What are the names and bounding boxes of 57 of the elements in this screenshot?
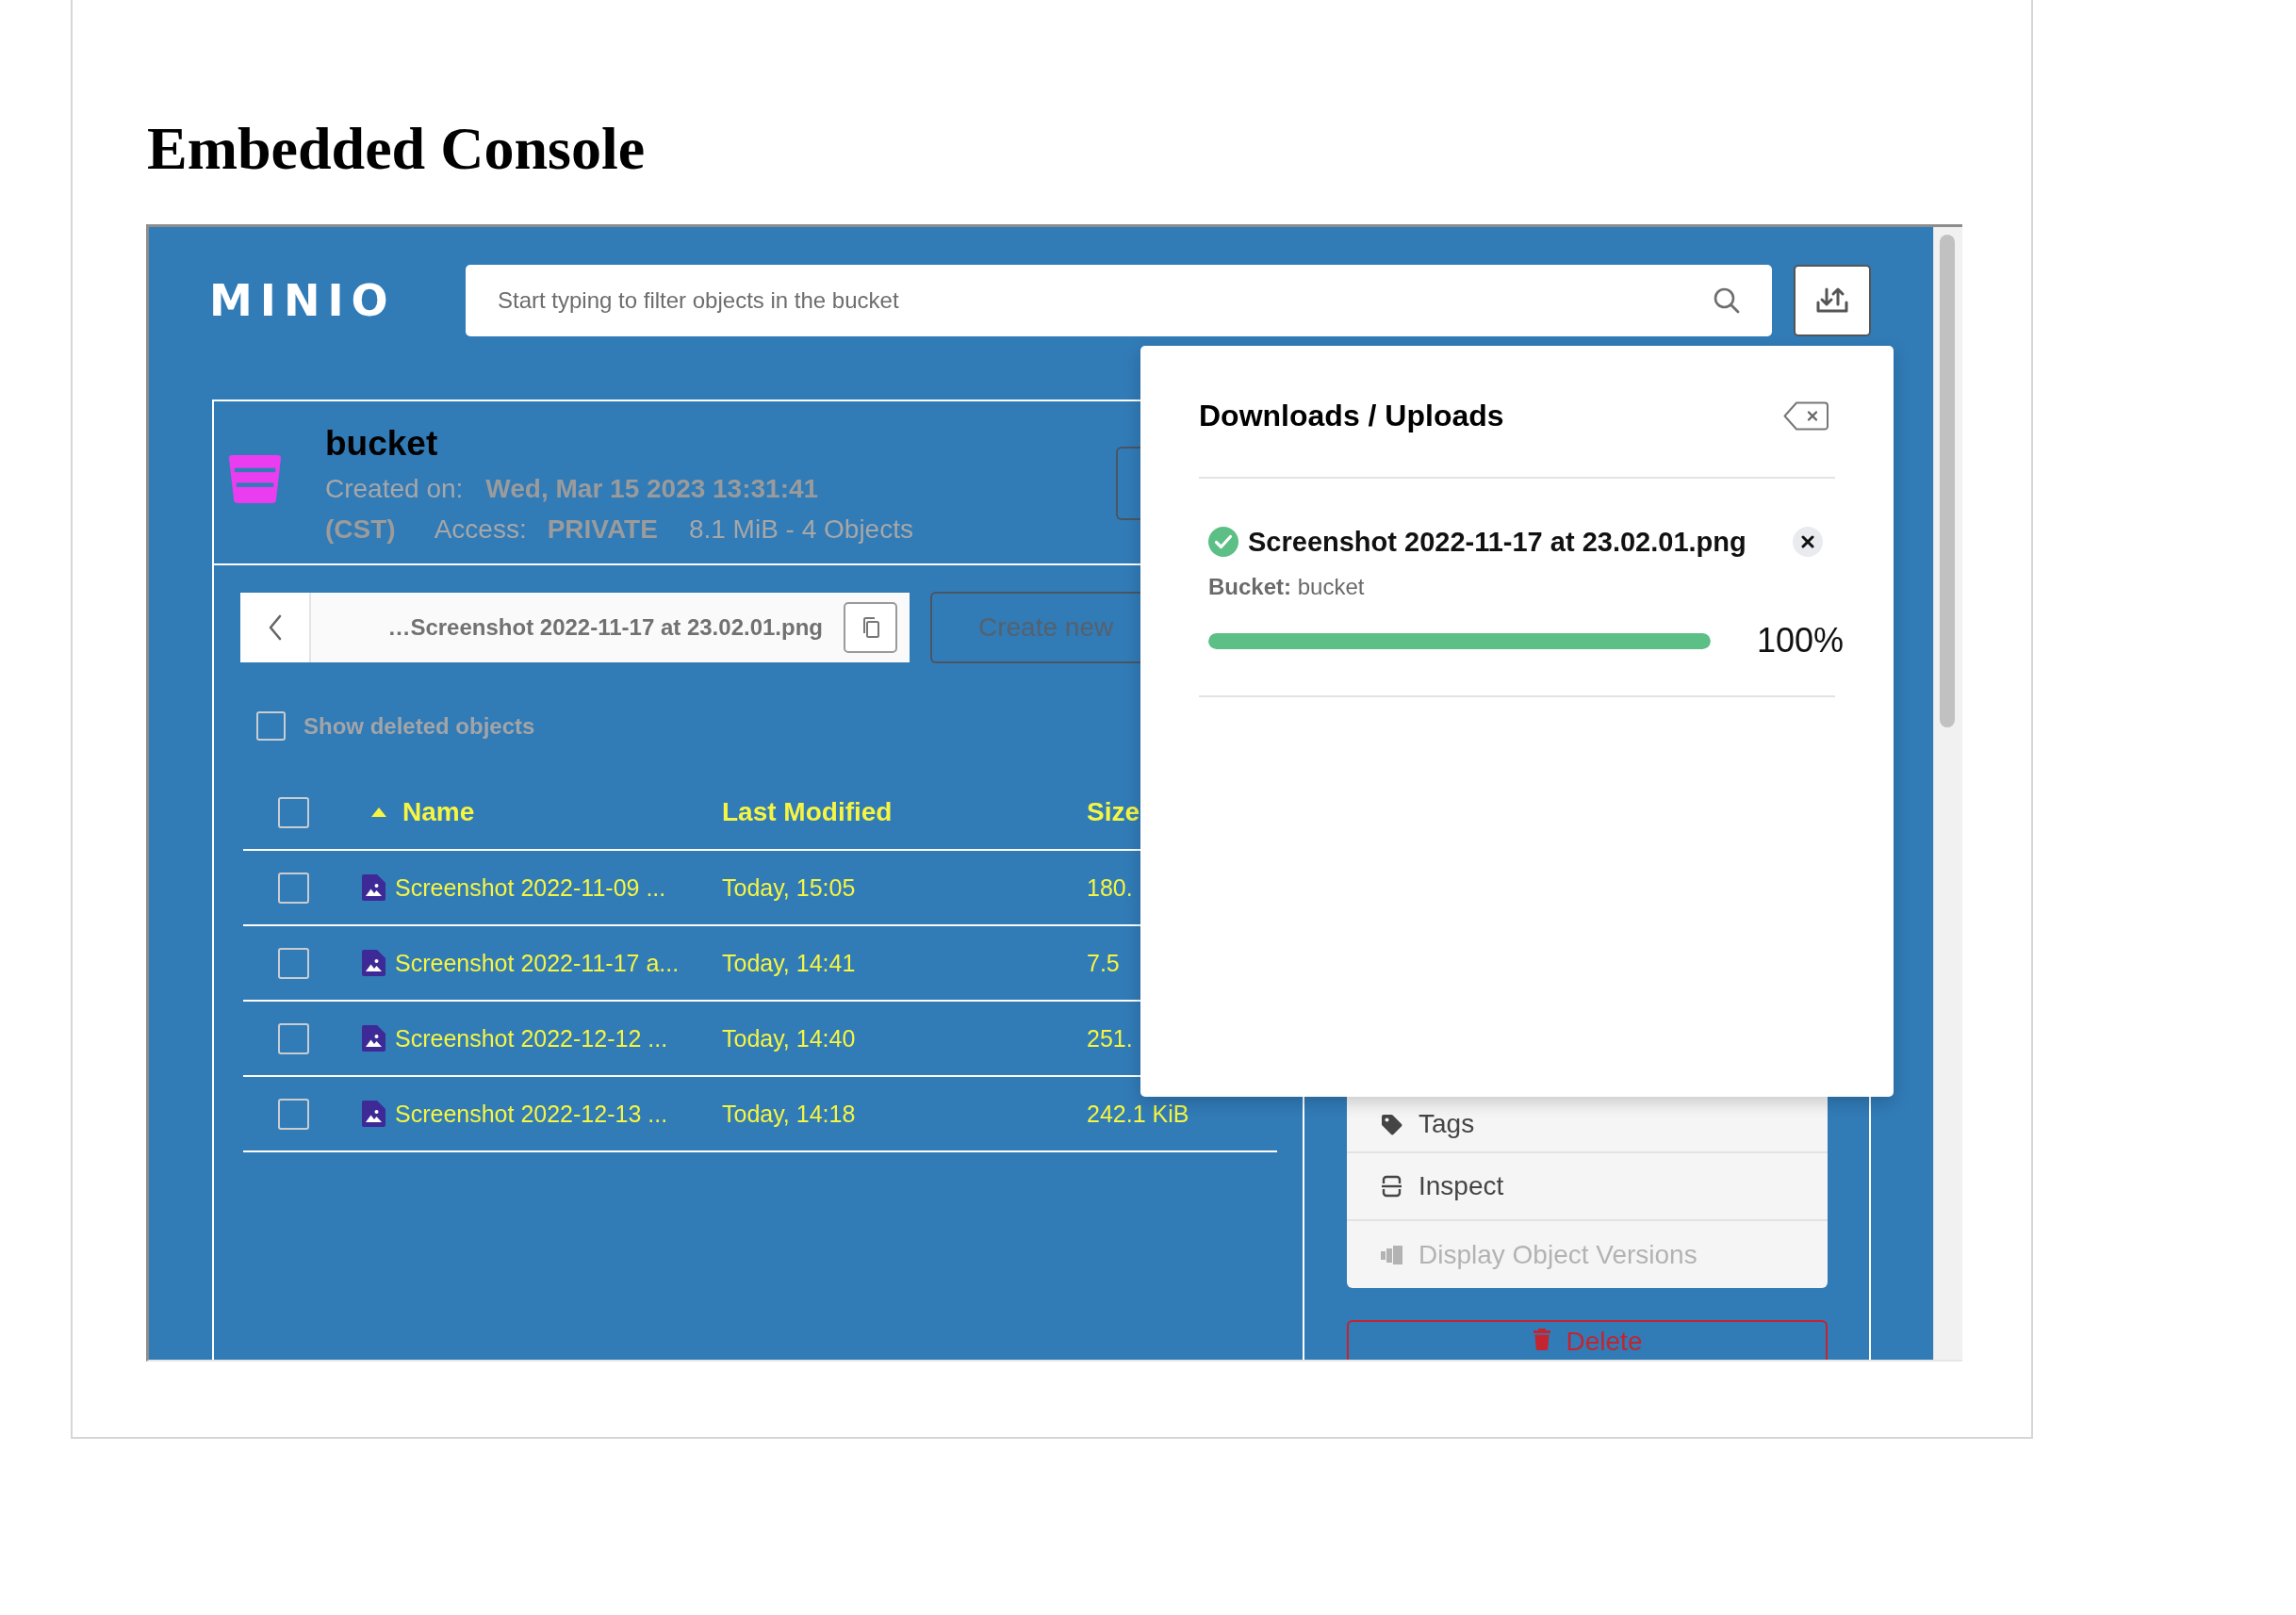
column-header[interactable]: Size [1087,797,1140,827]
checkbox-label: Show deleted objects [303,712,535,740]
checkbox[interactable] [278,872,309,904]
file-name[interactable]: Screenshot 2022-11-09 ... [395,873,666,902]
modified-date: Today, 14:41 [722,949,856,976]
logo: MINIO [209,277,397,324]
created-label: Created on: [325,472,464,505]
file-name[interactable]: Screenshot 2022-12-13 ... [395,1100,668,1128]
column-header[interactable]: Last Modified [722,797,893,827]
image-file-icon [362,874,385,901]
created-date: Wed, Mar 15 2023 13:31:41 [485,472,819,505]
checkbox[interactable] [256,711,286,741]
checkbox[interactable] [278,796,309,828]
tag-icon [1381,1113,1402,1135]
image-file-icon [362,1025,385,1052]
file-size: 7.5 [1087,949,1120,976]
scrollbar-thumb[interactable] [1940,235,1955,727]
remove-button[interactable] [1793,527,1823,557]
backspace-icon[interactable] [1783,400,1829,431]
stacked-bars-icon [1381,1245,1402,1264]
usage-summary: 8.1 MiB - 4 Objects [688,513,913,546]
search-icon[interactable] [1713,286,1741,315]
menu-item[interactable]: Inspect [1347,1153,1828,1221]
page-title: Embedded Console [147,114,646,184]
checkbox[interactable] [278,1098,309,1130]
breadcrumb-path: …Screenshot 2022-11-17 at 23.02.01.png [387,613,823,642]
access-value: PRIVATE [547,513,658,546]
column-header[interactable]: Name [362,797,475,827]
transfers-button[interactable] [1794,265,1871,336]
download-upload-icon [1815,286,1849,315]
trash-icon [1532,1328,1551,1350]
file-size: 251. [1087,1024,1133,1052]
modified-date: Today, 15:05 [722,873,856,901]
sort-up-icon [371,808,386,817]
image-file-icon [362,950,385,976]
bucket-name: bucket [325,423,438,465]
chevron-left-icon [267,614,283,641]
file-name[interactable]: Screenshot 2022-12-12 ... [395,1024,668,1052]
file-size: 180. [1087,873,1133,901]
copy-icon [861,616,880,639]
timezone: (CST) [325,513,396,546]
popup-title: Downloads / Uploads [1199,398,1504,433]
checkbox[interactable] [278,947,309,979]
search-field[interactable]: Start typing to filter objects in the bucket [466,265,1772,336]
transfer-bucket: Bucket: bucket [1208,574,1365,600]
modified-date: Today, 14:18 [722,1100,856,1127]
image-file-icon [362,1101,385,1127]
copy-button[interactable] [844,602,897,653]
modified-date: Today, 14:40 [722,1024,856,1052]
file-size: 242.1 KiB [1087,1100,1189,1127]
progress-percent: 100% [1757,621,1845,661]
close-icon [1801,535,1814,548]
access-label: Access: [434,513,527,546]
checkbox[interactable] [278,1022,309,1054]
transfer-file-name: Screenshot 2022-11-17 at 23.02.01.png [1248,527,1747,557]
scan-icon [1381,1175,1402,1198]
file-name[interactable]: Screenshot 2022-11-17 a... [395,949,680,977]
